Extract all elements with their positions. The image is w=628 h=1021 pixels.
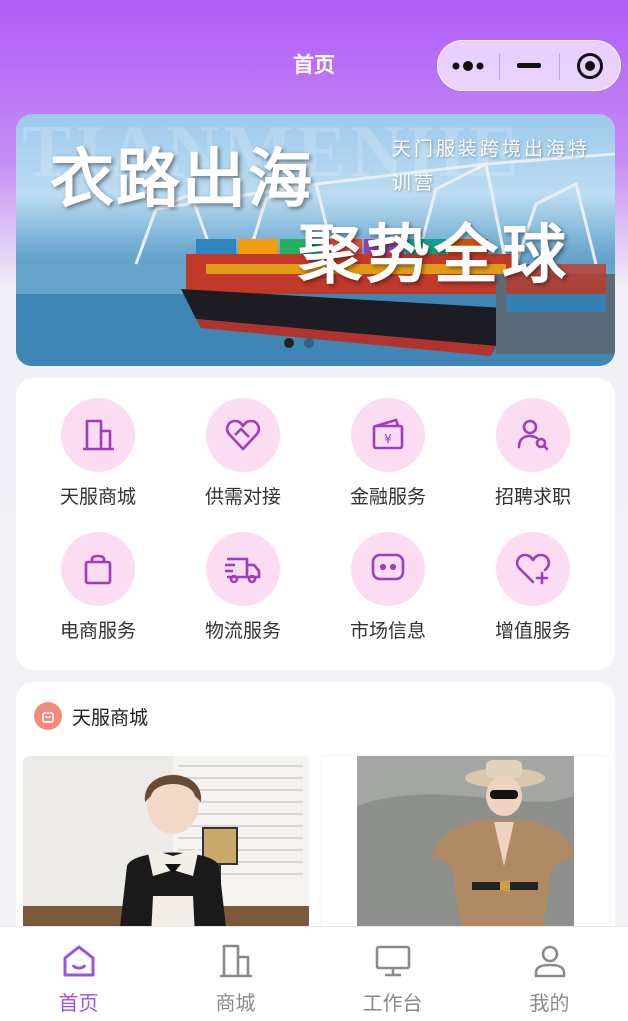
close-button[interactable]	[559, 41, 620, 90]
product-image	[23, 756, 309, 936]
service-item-finance[interactable]: ¥ 金融服务	[315, 398, 461, 518]
service-label: 物流服务	[204, 620, 281, 642]
carousel-indicator	[284, 338, 314, 348]
service-label: 天服商城	[59, 486, 136, 508]
tab-workbench[interactable]: 工作台	[314, 927, 471, 1021]
service-item-value-added[interactable]: 增值服务	[460, 532, 606, 652]
minimize-icon	[517, 62, 541, 68]
svg-text:¥: ¥	[384, 432, 392, 446]
more-dots-icon	[452, 60, 484, 71]
nav-bar: 首页	[0, 0, 628, 100]
service-label: 电商服务	[59, 620, 136, 642]
mini-program-capsule	[437, 40, 621, 91]
shopping-bag-icon	[61, 532, 135, 606]
mall-section: 天服商城	[16, 682, 615, 942]
heart-link-icon	[206, 398, 280, 472]
service-label: 供需对接	[204, 486, 281, 508]
tab-mall[interactable]: 商城	[157, 927, 314, 1021]
carousel-dot[interactable]	[284, 338, 294, 348]
truck-icon	[206, 532, 280, 606]
product-card[interactable]	[322, 756, 609, 936]
monitor-icon	[375, 945, 410, 977]
mall-header[interactable]: 天服商城	[34, 702, 148, 730]
more-button[interactable]	[438, 41, 499, 90]
tab-bar: 首页 商城 工作台 我的	[0, 926, 628, 1021]
product-image	[322, 756, 609, 936]
banner-title-line2: 聚势全球	[298, 218, 570, 293]
target-circle-icon	[576, 52, 603, 79]
tab-home[interactable]: 首页	[0, 927, 157, 1021]
banner-subtitle: 天门服装跨境出海特训营	[392, 138, 591, 194]
tab-label: 工作台	[362, 991, 423, 1015]
service-label: 招聘求职	[494, 486, 571, 508]
service-item-supply[interactable]: 供需对接	[170, 398, 316, 518]
tab-label: 我的	[529, 991, 570, 1015]
service-label: 金融服务	[349, 486, 426, 508]
tab-label: 商城	[215, 991, 256, 1015]
tab-label: 首页	[58, 991, 99, 1015]
building-icon	[61, 398, 135, 472]
mall-title: 天服商城	[72, 706, 149, 729]
service-item-logistics[interactable]: 物流服务	[170, 532, 316, 652]
service-label: 增值服务	[494, 620, 571, 642]
service-label: 市场信息	[349, 620, 426, 642]
banner-carousel[interactable]: TIANMENHE 衣路出海 聚势全球 天门服装跨境出海特训营	[16, 114, 615, 366]
wallet-yen-icon: ¥	[351, 398, 425, 472]
tab-profile[interactable]: 我的	[471, 927, 628, 1021]
service-item-mall[interactable]: 天服商城	[25, 398, 171, 518]
banner-title-line1: 衣路出海	[50, 142, 314, 217]
service-grid: 天服商城 供需对接 ¥ 金融服务 招聘求职 电商服务 物流服务 市场信息 增值服…	[16, 378, 615, 670]
minimize-button[interactable]	[498, 41, 560, 90]
user-icon	[534, 945, 565, 978]
chat-bubble-icon	[351, 532, 425, 606]
heart-plus-icon	[496, 532, 570, 606]
service-item-jobs[interactable]: 招聘求职	[460, 398, 606, 518]
home-icon	[63, 945, 94, 977]
carousel-dot[interactable]	[304, 338, 314, 348]
service-item-market[interactable]: 市场信息	[315, 532, 461, 652]
service-item-ecommerce[interactable]: 电商服务	[25, 532, 171, 652]
shopping-bag-icon	[34, 702, 62, 730]
product-card[interactable]	[23, 756, 309, 936]
user-search-icon	[496, 398, 570, 472]
building-icon	[219, 944, 252, 978]
